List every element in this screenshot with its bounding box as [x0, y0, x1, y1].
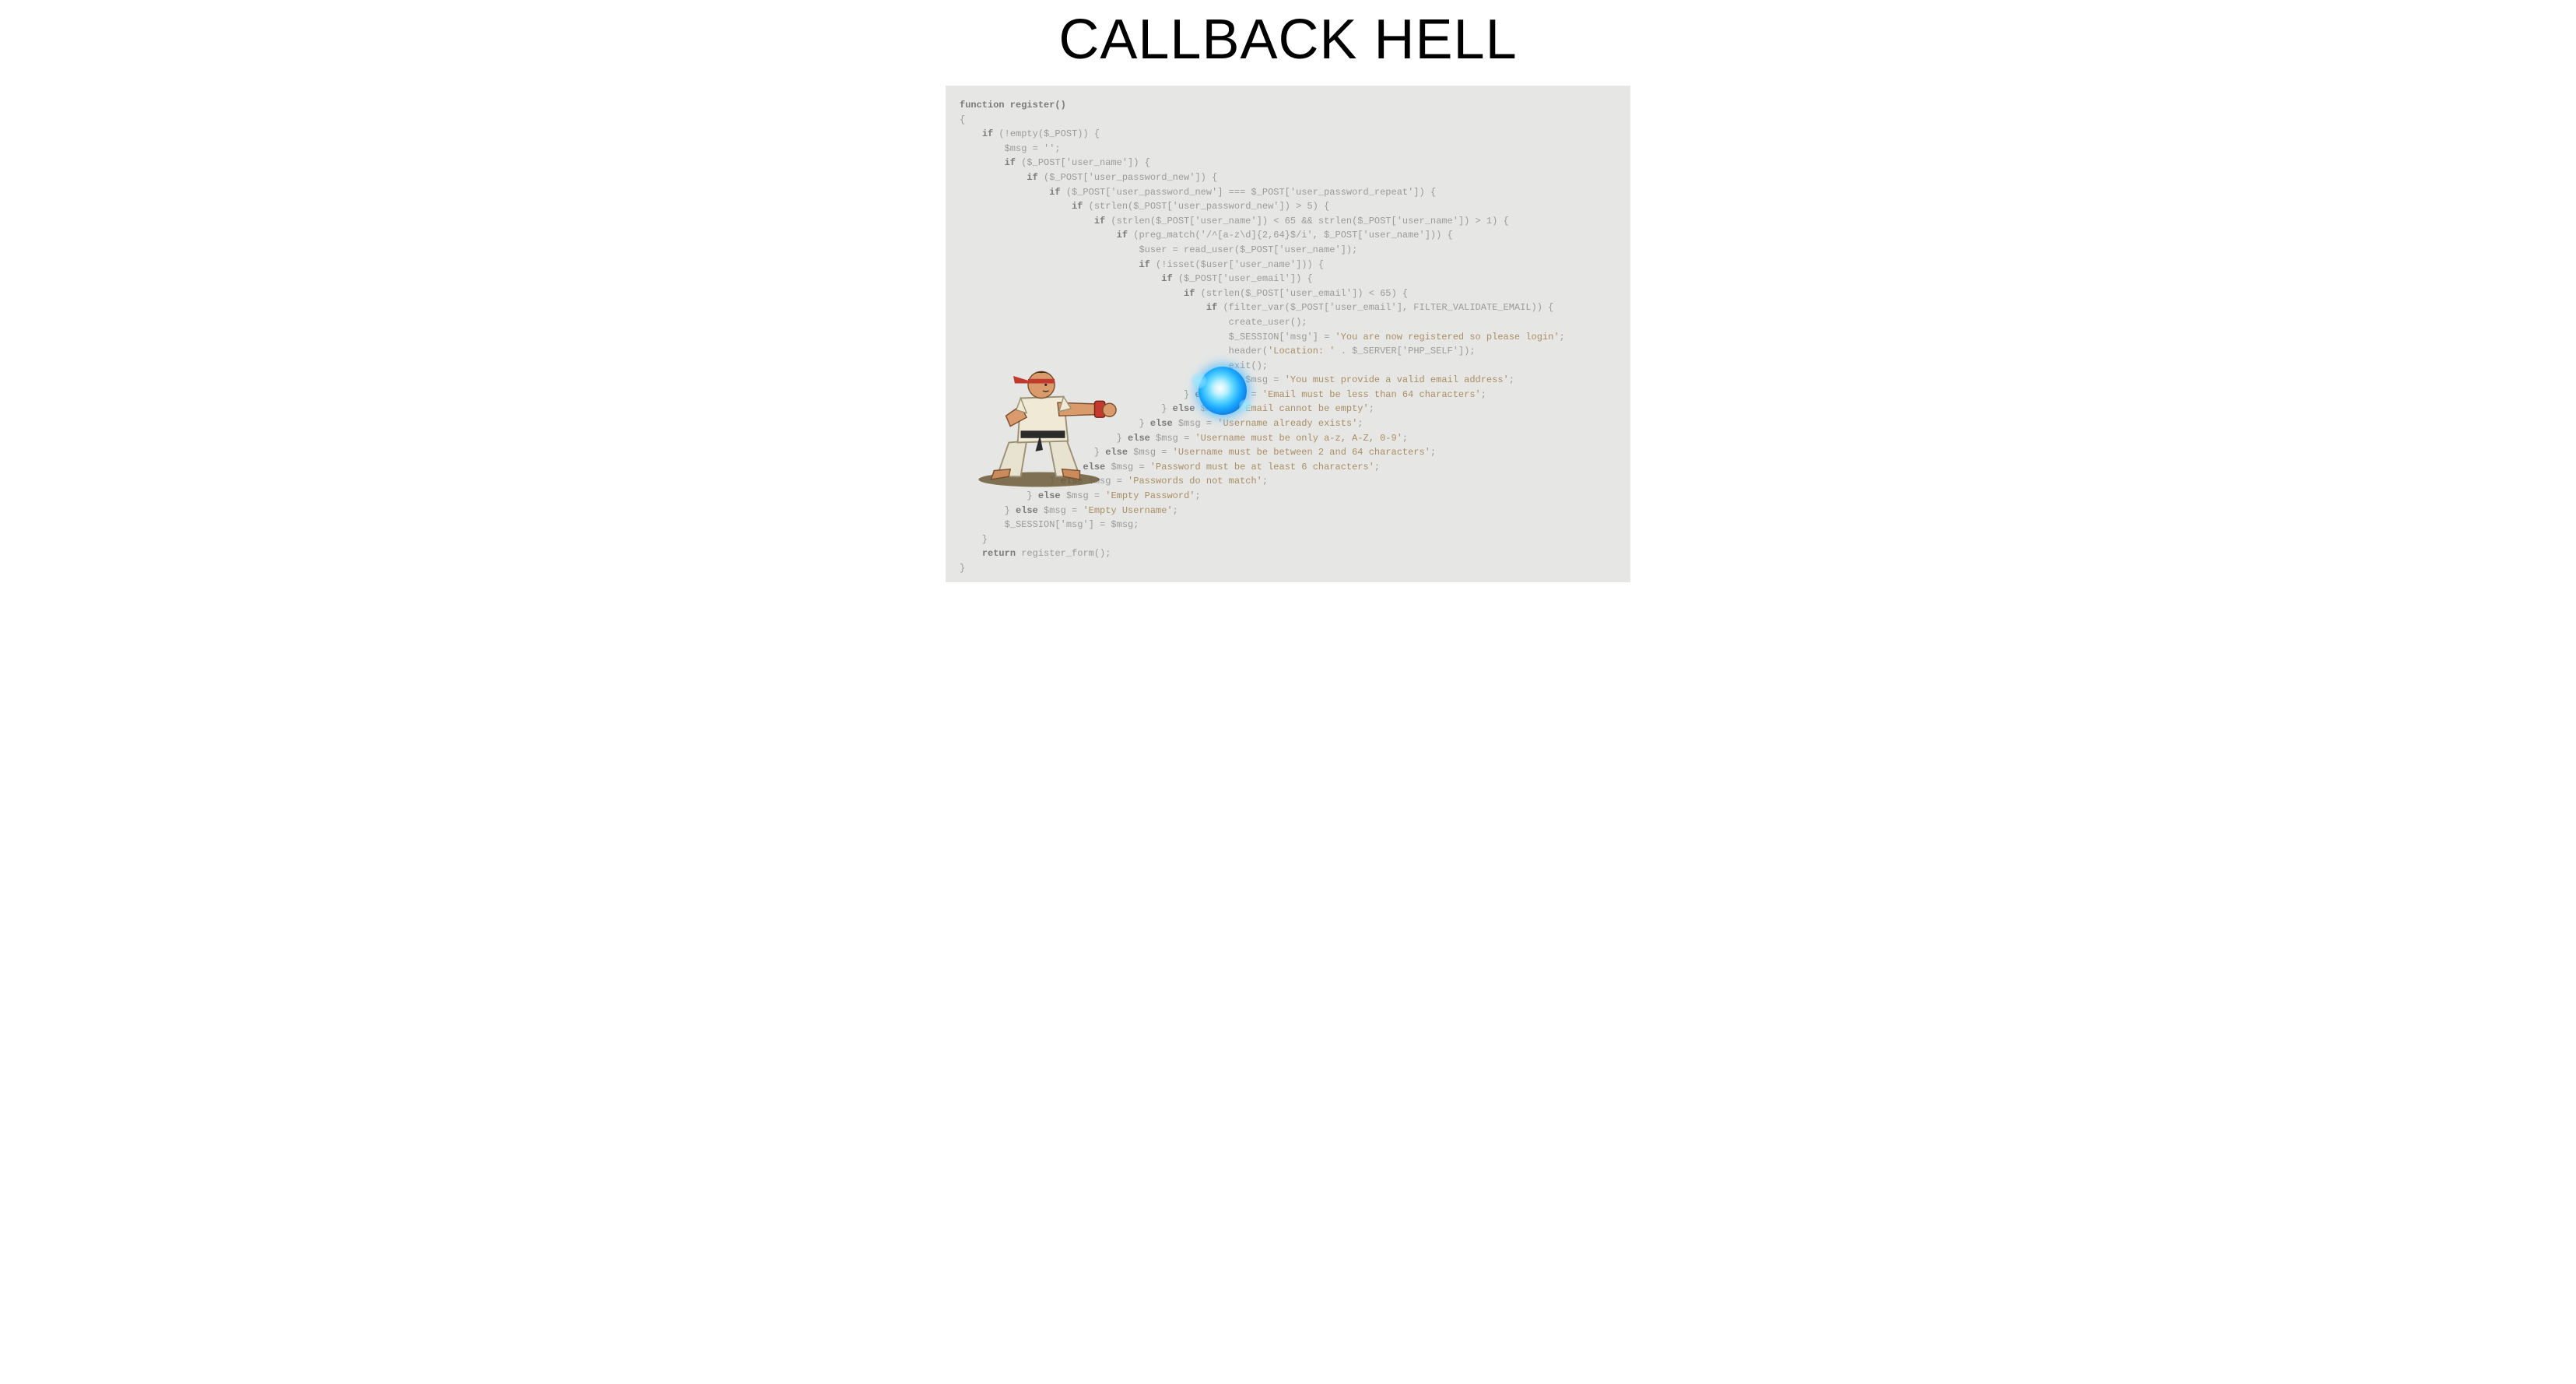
kw-if: if — [1117, 230, 1128, 241]
kw-if: if — [1072, 201, 1083, 212]
kw-if: if — [1206, 302, 1217, 313]
code-line: function register() — [960, 100, 1066, 111]
slide: CALLBACK HELL function register() { if (… — [0, 0, 2576, 1384]
code-line: $msg = — [1150, 433, 1195, 444]
code-end: ; — [1195, 490, 1200, 501]
code-end: ; — [1481, 389, 1486, 400]
code-line: $msg = — [1061, 490, 1106, 501]
code-line: } — [960, 505, 1016, 516]
kw-else: else — [1038, 490, 1061, 501]
slide-title: CALLBACK HELL — [1058, 8, 1517, 72]
kw-if: if — [1005, 157, 1016, 168]
code-line: (filter_var($_POST['user_email'], FILTER… — [1217, 302, 1553, 313]
code-line: $user = read_user($_POST['user_name']); — [960, 244, 1357, 255]
code-line: ($_POST['user_password_new'] === $_POST[… — [1061, 187, 1436, 198]
code-line: $msg = — [1038, 505, 1083, 516]
code-end: ; — [1262, 476, 1268, 487]
code-line: $msg = — [1128, 447, 1173, 458]
string-literal: 'Password must be at least 6 characters' — [1150, 462, 1374, 472]
code-line: (strlen($_POST['user_name']) < 65 && str… — [1105, 216, 1508, 227]
code-line: . $_SERVER['PHP_SELF']); — [1335, 346, 1476, 357]
code-line: ($_POST['user_name']) { — [1016, 157, 1150, 168]
kw-if: if — [1139, 259, 1149, 270]
code-end: ; — [1374, 462, 1380, 472]
code-line: ; — [1560, 332, 1565, 342]
kw-if: if — [1184, 288, 1195, 299]
code-end: ; — [1369, 403, 1374, 414]
kw-if: if — [982, 128, 993, 139]
code-line: $msg = — [1240, 374, 1285, 385]
string-literal: 'You are now registered so please login' — [1335, 332, 1559, 342]
code-line: register_form(); — [1016, 548, 1111, 559]
code-line: (!empty($_POST)) { — [993, 128, 1100, 139]
string-literal: 'Username must be between 2 and 64 chara… — [1173, 447, 1430, 458]
code-line: ($_POST['user_email']) { — [1173, 273, 1313, 284]
code-end: ; — [1402, 433, 1408, 444]
string-literal: 'Passwords do not match' — [1128, 476, 1262, 487]
ryu-character-icon — [969, 337, 1117, 489]
code-line: $_SESSION['msg'] = $msg; — [960, 519, 1139, 530]
kw-if: if — [1027, 172, 1037, 183]
code-line: $msg = — [1173, 418, 1218, 429]
kw-else: else — [1016, 505, 1038, 516]
code-line: (strlen($_POST['user_password_new']) > 5… — [1083, 201, 1329, 212]
code-line: } — [960, 563, 965, 574]
kw-else: else — [1173, 403, 1195, 414]
code-end: ; — [1357, 418, 1363, 429]
string-literal: 'Empty Password' — [1105, 490, 1195, 501]
kw-return: return — [982, 548, 1016, 559]
code-end: ; — [1430, 447, 1436, 458]
kw-else: else — [1150, 418, 1173, 429]
code-end: ; — [1509, 374, 1514, 385]
string-literal: 'Username must be only a-z, A-Z, 0-9' — [1195, 433, 1402, 444]
code-line: (strlen($_POST['user_email']) < 65) { — [1195, 288, 1408, 299]
code-line: ($_POST['user_password_new']) { — [1038, 172, 1217, 183]
string-literal: 'Empty Username' — [1083, 505, 1172, 516]
code-panel: function register() { if (!empty($_POST)… — [946, 86, 1630, 582]
code-line: create_user(); — [960, 317, 1307, 328]
code-line: } — [960, 490, 1038, 501]
code-line: (preg_match('/^[a-z\d]{2,64}$/i', $_POST… — [1128, 230, 1453, 241]
kw-if: if — [1049, 187, 1060, 198]
string-literal: 'Location: ' — [1268, 346, 1335, 357]
code-line: $msg = ''; — [960, 143, 1061, 154]
string-literal: 'Username already exists' — [1217, 418, 1357, 429]
hadouken-icon — [1199, 367, 1247, 415]
kw-if: if — [1161, 273, 1172, 284]
kw-else: else — [1128, 433, 1150, 444]
code-line: (!isset($user['user_name'])) { — [1150, 259, 1324, 270]
string-literal: 'Email cannot be empty' — [1240, 403, 1369, 414]
string-literal: 'You must provide a valid email address' — [1285, 374, 1509, 385]
code-end: ; — [1173, 505, 1178, 516]
string-literal: 'Email must be less than 64 characters' — [1262, 389, 1481, 400]
kw-if: if — [1094, 216, 1105, 227]
code-line: } — [960, 534, 988, 545]
code-line: { — [960, 114, 965, 125]
